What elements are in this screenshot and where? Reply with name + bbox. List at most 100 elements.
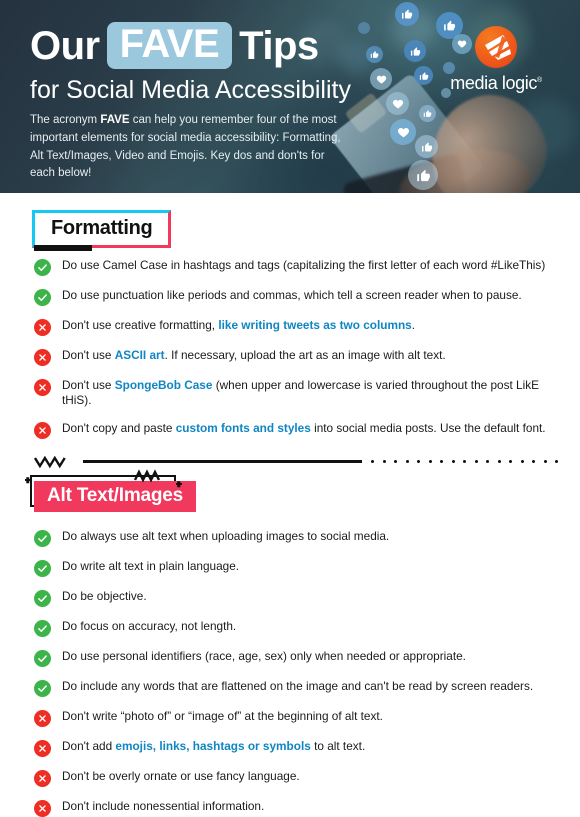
tip-text: Do focus on accuracy, not length. xyxy=(62,619,236,634)
tip-item: Don't be overly ornate or use fancy lang… xyxy=(22,769,558,787)
check-circle-icon xyxy=(34,679,51,697)
check-circle-icon xyxy=(34,289,51,306)
title-suffix: Tips xyxy=(239,23,319,68)
divider-dot xyxy=(543,460,547,464)
tip-text-plain: Do focus on accuracy, not length. xyxy=(62,618,237,633)
tip-text: Do use personal identifiers (race, age, … xyxy=(62,649,466,664)
tip-text-plain: into social media posts. Use the default… xyxy=(310,420,546,435)
x-circle-icon xyxy=(34,709,51,727)
decorative-divider xyxy=(34,451,558,473)
alt-text-tip-list: Do always use alt text when uploading im… xyxy=(22,529,558,817)
tip-item: Do focus on accuracy, not length. xyxy=(22,619,558,637)
page-title: Our FAVE Tips xyxy=(30,22,351,69)
section-divider-wrap xyxy=(0,451,580,473)
divider-dot xyxy=(532,460,535,464)
heading-tick-mark xyxy=(26,476,30,483)
tip-item: Do use personal identifiers (race, age, … xyxy=(22,649,558,667)
tip-text: Don't write “photo of” or “image of” at … xyxy=(62,709,383,724)
tip-text-plain: Don't use creative formatting, xyxy=(62,318,219,332)
section-formatting: Formatting Do use Camel Case in hashtags… xyxy=(0,193,580,439)
divider-dot xyxy=(394,460,397,464)
section-alt-text: Alt Text/Images Do always use alt text w… xyxy=(0,468,580,817)
thumbs-up-bubble-icon xyxy=(404,40,426,62)
tip-text-plain: Don't include nonessential information. xyxy=(62,798,265,813)
tip-text-plain: Don't be overly ornate or use fancy lang… xyxy=(62,768,300,783)
divider-dot xyxy=(382,460,386,464)
heart-bubble-icon xyxy=(390,119,416,145)
check-circle-icon xyxy=(34,529,51,547)
heart-bubble-icon xyxy=(386,92,409,115)
tip-text: Don't use ASCII art. If necessary, uploa… xyxy=(62,348,446,363)
check-circle-icon xyxy=(34,559,51,577)
alt-text-heading-badge: Alt Text/Images xyxy=(25,468,197,519)
tip-text-plain: to alt text. xyxy=(310,738,366,753)
header-paragraph: The acronym FAVE can help you remember f… xyxy=(30,112,350,183)
tip-text-plain: Don't use xyxy=(62,348,115,362)
tip-text: Don't use SpongeBob Case (when upper and… xyxy=(62,378,558,409)
divider-line xyxy=(82,460,362,463)
tip-text: Don't include nonessential information. xyxy=(62,799,264,814)
heart-bubble-icon xyxy=(370,68,392,90)
tip-text-plain: Don't write “photo of” or “image of” at … xyxy=(62,708,383,723)
tip-item: Do write alt text in plain language. xyxy=(22,559,558,577)
tip-item: Do include any words that are flattened … xyxy=(22,679,558,697)
paragraph-bold-acronym: FAVE xyxy=(100,114,130,126)
divider-dot xyxy=(451,460,455,464)
tip-text-plain: . xyxy=(411,318,416,332)
divider-dot xyxy=(509,460,512,464)
title-prefix: Our xyxy=(30,23,100,68)
check-circle-icon xyxy=(34,619,51,637)
formatting-heading-underbar xyxy=(34,245,92,251)
fave-highlight-chip: FAVE xyxy=(106,22,233,69)
x-circle-icon xyxy=(34,379,51,396)
check-circle-icon xyxy=(34,259,51,276)
page-subtitle: for Social Media Accessibility xyxy=(30,76,351,104)
tip-text-highlight: emojis, links, hashtags or symbols xyxy=(115,738,311,753)
tip-text-plain: Do always use alt text when uploading im… xyxy=(62,528,390,543)
divider-dot xyxy=(428,460,432,464)
divider-dot xyxy=(417,460,420,464)
tip-item: Don't use SpongeBob Case (when upper and… xyxy=(22,378,558,409)
formatting-heading-badge: Formatting xyxy=(32,210,172,251)
formatting-heading-box: Formatting xyxy=(32,210,172,248)
check-circle-icon xyxy=(34,589,51,607)
divider-dot xyxy=(497,460,501,464)
x-circle-icon xyxy=(34,349,51,366)
tip-text: Do be objective. xyxy=(62,589,147,604)
tip-text-plain: Do include any words that are flattened … xyxy=(62,678,534,693)
divider-dot xyxy=(371,460,374,464)
tip-item: Do use Camel Case in hashtags and tags (… xyxy=(22,258,558,276)
divider-dot xyxy=(486,460,489,464)
media-logic-logo: media logic® xyxy=(434,26,558,94)
heading-zigzag-icon xyxy=(134,468,161,483)
divider-dot xyxy=(405,460,409,464)
tip-text-plain: Do use Camel Case in hashtags and tags (… xyxy=(62,258,546,272)
tip-item: Don't write “photo of” or “image of” at … xyxy=(22,709,558,727)
divider-dot xyxy=(440,460,443,464)
alt-text-heading-label: Alt Text/Images xyxy=(47,484,184,506)
tip-item: Don't include nonessential information. xyxy=(22,799,558,817)
tip-text: Do include any words that are flattened … xyxy=(62,679,533,694)
tip-text-plain: Don't use xyxy=(62,378,115,392)
divider-dots xyxy=(371,460,558,464)
thumbs-up-bubble-icon xyxy=(415,135,438,158)
tip-text: Don't copy and paste custom fonts and st… xyxy=(62,421,546,436)
media-logic-wordmark: media logic® xyxy=(434,73,558,94)
thumbs-up-bubble-icon xyxy=(414,66,433,85)
thumbs-up-bubble-icon xyxy=(419,105,436,122)
tip-text-plain: Don't add xyxy=(62,738,116,753)
paragraph-part-1: The acronym xyxy=(30,114,101,126)
tip-text-highlight: like writing tweets as two columns xyxy=(218,318,412,332)
tip-text-plain: Do use punctuation like periods and comm… xyxy=(62,288,522,302)
tip-text: Don't use creative formatting, like writ… xyxy=(62,318,415,333)
tip-item: Don't copy and paste custom fonts and st… xyxy=(22,421,558,439)
tip-item: Do be objective. xyxy=(22,589,558,607)
thumbs-up-bubble-icon xyxy=(366,46,383,63)
heading-tick-mark xyxy=(177,480,181,487)
tip-text: Do use Camel Case in hashtags and tags (… xyxy=(62,258,545,273)
tip-text-plain: Do use personal identifiers (race, age, … xyxy=(62,648,466,663)
header-title-block: Our FAVE Tips for Social Media Accessibi… xyxy=(30,22,351,105)
media-logic-logo-mark-icon xyxy=(475,26,517,68)
x-circle-icon xyxy=(34,319,51,336)
reaction-bubble-icon xyxy=(358,22,370,34)
